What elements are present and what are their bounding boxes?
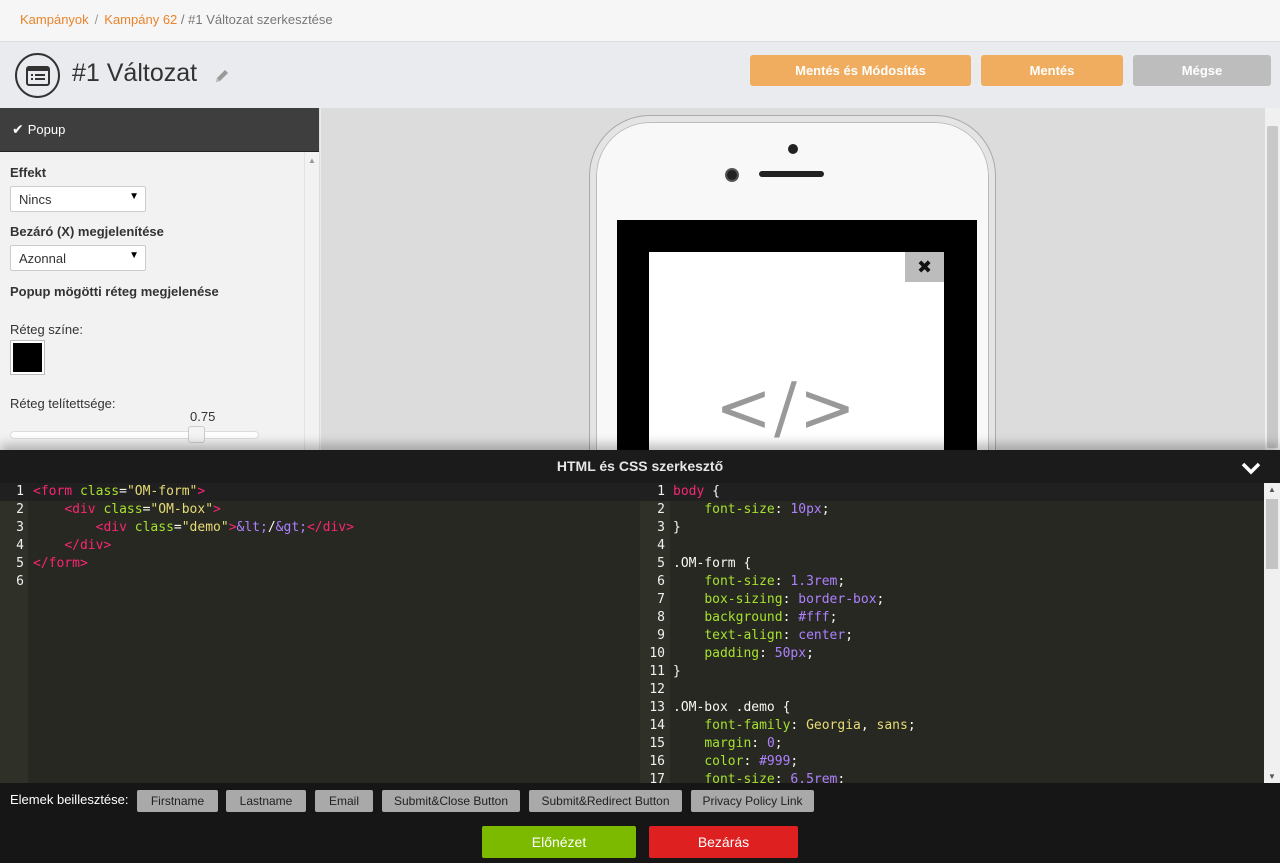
phone-camera: [788, 144, 798, 154]
save-button[interactable]: Mentés: [981, 55, 1123, 86]
code-line: 10 padding: 50px;: [649, 646, 814, 661]
check-icon: ✔: [12, 121, 24, 137]
insert-lastname-button[interactable]: Lastname: [226, 790, 306, 812]
preview-button[interactable]: Előnézet: [482, 826, 636, 858]
overlay-opacity-slider[interactable]: [10, 431, 259, 439]
code-line: 8 background: #fff;: [657, 610, 838, 625]
close-display-select-value: Azonnal: [19, 251, 66, 266]
breadcrumb-campaign-link[interactable]: Kampány 62: [104, 12, 177, 27]
insert-privacy-policy-button[interactable]: Privacy Policy Link: [691, 790, 814, 812]
breadcrumb-current: / #1 Változat szerkesztése: [180, 12, 333, 27]
page-header: #1 Változat Mentés és Módosítás Mentés M…: [0, 43, 1280, 108]
effect-label: Effekt: [10, 165, 47, 180]
code-line: 2 font-size: 10px;: [657, 502, 830, 517]
list-window-icon: [15, 53, 60, 98]
code-line: 3 <div class="demo">&lt;/&gt;</div>: [16, 520, 354, 535]
code-line: 11}: [649, 664, 681, 679]
insert-submit-close-button[interactable]: Submit&Close Button: [382, 790, 520, 812]
preview-scrollbar[interactable]: [1265, 108, 1280, 450]
code-line: 16 color: #999;: [649, 754, 799, 769]
breadcrumb-separator: /: [94, 12, 99, 27]
code-line: 1 body {: [640, 483, 1264, 501]
close-display-select[interactable]: Azonnal ▼: [10, 245, 146, 271]
code-line: 5 .OM-form {: [657, 556, 752, 571]
code-line: 12: [649, 682, 665, 697]
html-editor[interactable]: 1 <form class="OM-form"> 2 <div class="OM…: [0, 483, 640, 783]
sidebar-scrollbar[interactable]: ▲: [304, 152, 319, 450]
scroll-up-icon[interactable]: ▲: [308, 156, 316, 165]
phone-screen: ✖ </>: [617, 220, 977, 450]
sidebar-section-title: Popup: [27, 122, 66, 137]
close-icon[interactable]: ✖: [905, 252, 944, 282]
scroll-up-icon[interactable]: ▲: [1268, 485, 1276, 494]
code-line: 5 </form>: [16, 556, 88, 571]
preview-scrollbar-thumb[interactable]: [1267, 126, 1278, 448]
code-line: 13 .OM-box .demo {: [649, 700, 791, 715]
popup-preview: ✖ </>: [649, 252, 944, 450]
page-title: #1 Változat: [72, 59, 198, 87]
overlay-opacity-slider-handle[interactable]: [188, 426, 205, 443]
phone-speaker: [759, 171, 824, 177]
chevron-down-icon[interactable]: [1241, 457, 1261, 477]
phone-mockup: ✖ </>: [590, 116, 995, 450]
overlay-opacity-label: Réteg telítettsége:: [10, 396, 116, 411]
insert-email-button[interactable]: Email: [315, 790, 373, 812]
code-line: 1 <form class="OM-form">: [0, 483, 640, 501]
insert-elements-bar: Elemek beillesztése: Firstname Lastname …: [0, 783, 1280, 863]
effect-select[interactable]: Nincs ▼: [10, 186, 146, 212]
code-editor-panel: HTML és CSS szerkesztő 1 <form class="OM-…: [0, 450, 1280, 863]
save-and-modify-button[interactable]: Mentés és Módosítás: [750, 55, 971, 86]
code-line: 6: [16, 574, 24, 589]
overlay-opacity-value: 0.75: [190, 409, 216, 424]
code-line: 4: [657, 538, 665, 553]
effect-select-value: Nincs: [19, 192, 52, 207]
phone-front-lens: [725, 168, 739, 182]
overlay-color-picker[interactable]: [10, 340, 45, 375]
pencil-icon[interactable]: [213, 67, 231, 85]
code-line: 15 margin: 0;: [649, 736, 783, 751]
breadcrumb-campaigns-link[interactable]: Kampányok: [20, 12, 89, 27]
breadcrumb: Kampányok / Kampány 62 / #1 Változat szerk…: [0, 0, 1280, 42]
sidebar-section-header[interactable]: ✔ Popup: [0, 108, 319, 152]
code-line: 6 font-size: 1.3rem;: [657, 574, 846, 589]
editor-title: HTML és CSS szerkesztő: [556, 458, 724, 474]
insert-firstname-button[interactable]: Firstname: [137, 790, 218, 812]
code-line: 7 box-sizing: border-box;: [657, 592, 885, 607]
editor-title-bar: HTML és CSS szerkesztő: [0, 450, 1280, 483]
code-line: 2 <div class="OM-box">: [16, 502, 221, 517]
dropdown-caret-icon: ▼: [129, 250, 139, 261]
cancel-button[interactable]: Mégse: [1133, 55, 1271, 86]
settings-sidebar: ✔ Popup ▲ Effekt Nincs ▼ Bezáró (X) megj…: [0, 108, 320, 450]
code-line: 14 font-family: Georgia, sans;: [649, 718, 916, 733]
css-editor[interactable]: 1 body { 2 font-size: 10px; 3} 4 5 .OM-for…: [640, 483, 1264, 783]
code-line: 4 </div>: [16, 538, 112, 553]
close-display-label: Bezáró (X) megjelenítése: [10, 224, 164, 239]
overlay-color-label: Réteg színe:: [10, 322, 83, 337]
overlay-color-fill: [13, 343, 42, 372]
overlay-heading: Popup mögötti réteg megjelenése: [10, 284, 219, 299]
code-line: 17 font-size: 6.5rem;: [649, 772, 846, 783]
preview-canvas: ✖ </>: [321, 108, 1265, 450]
close-editor-button[interactable]: Bezárás: [649, 826, 798, 858]
scroll-down-icon[interactable]: ▼: [1268, 772, 1276, 781]
dropdown-caret-icon: ▼: [129, 191, 139, 202]
code-line: 9 text-align: center;: [657, 628, 854, 643]
css-editor-scrollbar[interactable]: ▲ ▼: [1264, 483, 1280, 783]
insert-elements-label: Elemek beillesztése:: [10, 792, 129, 807]
insert-submit-redirect-button[interactable]: Submit&Redirect Button: [529, 790, 682, 812]
css-editor-scrollbar-thumb[interactable]: [1266, 499, 1278, 569]
code-line: 3}: [657, 520, 681, 535]
demo-code-glyph: </>: [715, 369, 858, 448]
